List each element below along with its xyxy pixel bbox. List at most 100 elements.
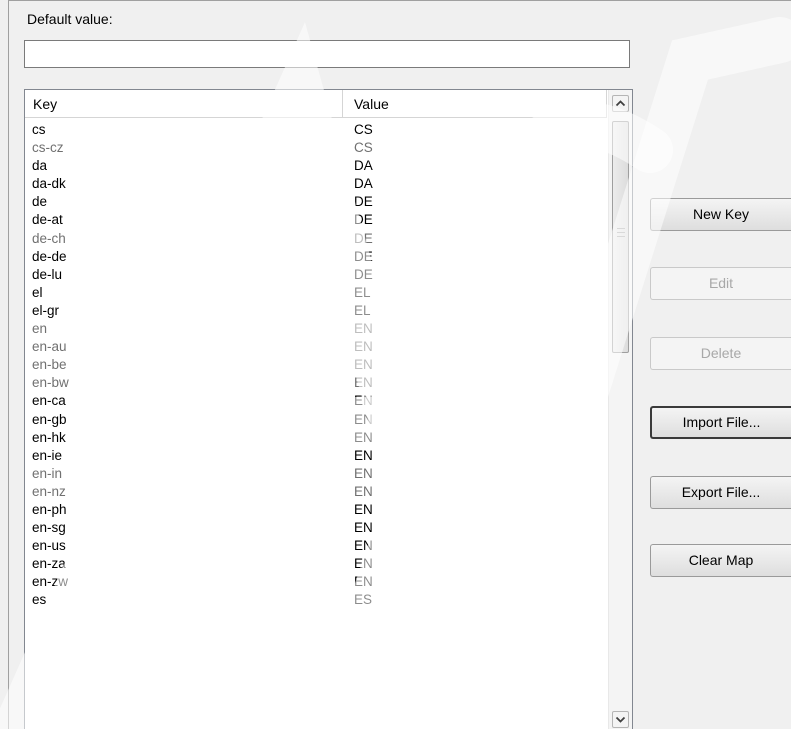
table-row[interactable]: en-ca EN [25, 392, 607, 410]
table-row[interactable]: en-in EN [25, 465, 607, 483]
row-key-cell: de-lu [32, 266, 63, 282]
row-value-cell: EN [354, 339, 373, 355]
row-value-cell: CS [354, 122, 373, 137]
key-value-table[interactable]: Key Value cs CS cs-cz CS da DA da-dk DA de DE de-a… [24, 89, 633, 729]
row-value-cell: EN [354, 483, 373, 499]
table-row[interactable]: de DE [25, 193, 607, 211]
table-row[interactable]: el EL [25, 284, 607, 302]
row-key-cell: de-de [32, 248, 67, 264]
row-value-cell: EN [354, 574, 373, 590]
row-value-cell: DE [354, 248, 373, 264]
row-key-cell: en-nz [32, 483, 66, 499]
row-key-cell: en-bw [32, 375, 69, 391]
row-value-cell: EN [354, 556, 373, 572]
default-value-input[interactable] [24, 40, 630, 68]
row-value-cell: EL [354, 284, 371, 300]
scroll-down-button[interactable] [612, 711, 629, 728]
row-key-cell: cs [32, 122, 46, 137]
row-key-cell: de-at [32, 212, 63, 228]
row-value-cell: EN [354, 520, 373, 536]
row-key-cell: en-hk [32, 429, 66, 445]
row-value-cell: EN [354, 393, 373, 409]
column-header-key[interactable]: Key [25, 90, 343, 118]
grip-icon [617, 228, 625, 237]
table-row[interactable]: en-us EN [25, 537, 607, 555]
row-key-cell: es [32, 592, 47, 608]
row-value-cell: EN [354, 375, 373, 391]
row-value-cell: EN [354, 538, 373, 554]
row-key-cell: en-gb [32, 411, 67, 427]
export-file-button[interactable]: Export File... [650, 476, 791, 509]
vertical-scrollbar[interactable] [608, 90, 632, 729]
table-row[interactable]: de-lu DE [25, 266, 607, 284]
frame-border-left [8, 0, 9, 729]
row-value-cell: DE [354, 212, 373, 228]
row-key-cell: en-za [32, 556, 66, 572]
table-row[interactable]: en-ie EN [25, 447, 607, 465]
edit-button[interactable]: Edit [650, 267, 791, 300]
row-key-cell: el-gr [32, 302, 60, 318]
delete-button[interactable]: Delete [650, 337, 791, 370]
frame-border-top [8, 0, 791, 1]
new-key-button[interactable]: New Key [650, 198, 791, 231]
row-key-cell: en-sg [32, 520, 66, 536]
row-key-cell: en [32, 321, 48, 337]
row-value-cell: EN [354, 321, 373, 337]
row-value-cell: DE [354, 230, 373, 246]
table-row[interactable]: en-zw EN [25, 573, 607, 591]
table-row[interactable]: cs CS [25, 121, 607, 139]
row-value-cell: EN [354, 411, 373, 427]
table-row[interactable]: da DA [25, 157, 607, 175]
scroll-up-button[interactable] [612, 95, 629, 112]
table-row[interactable]: en EN [25, 320, 607, 338]
table-row[interactable]: en-nz EN [25, 483, 607, 501]
row-value-cell: DA [354, 176, 373, 192]
table-row[interactable]: da-dk DA [25, 175, 607, 193]
table-row[interactable]: es ES [25, 591, 607, 609]
chevron-up-icon [615, 100, 626, 107]
row-value-cell: CS [354, 140, 373, 156]
row-key-cell: da [32, 158, 48, 174]
table-row[interactable]: en-za EN [25, 555, 607, 573]
row-key-cell: en-ph [32, 501, 67, 517]
table-row[interactable]: en-ph EN [25, 501, 607, 519]
row-value-cell: DE [354, 194, 373, 210]
column-header-value[interactable]: Value [343, 90, 607, 118]
row-key-cell: de [32, 194, 48, 210]
row-value-cell: ES [354, 592, 373, 608]
table-row[interactable]: en-au EN [25, 338, 607, 356]
row-key-cell: en-ie [32, 447, 63, 463]
table-row[interactable]: el-gr EL [25, 302, 607, 320]
table-rows: cs CS cs-cz CS da DA da-dk DA de DE de-at DE de-ch DE… [25, 121, 607, 610]
row-key-cell: en-au [32, 339, 67, 355]
import-file-button[interactable]: Import File... [650, 406, 791, 439]
clear-map-button[interactable]: Clear Map [650, 544, 791, 577]
row-value-cell: EL [354, 302, 371, 318]
row-key-cell: en-zw [32, 574, 69, 590]
chevron-down-icon [615, 716, 626, 723]
table-row[interactable]: de-ch DE [25, 230, 607, 248]
row-key-cell: en-be [32, 357, 67, 373]
table-row[interactable]: en-sg EN [25, 519, 607, 537]
row-key-cell: el [32, 284, 43, 300]
row-value-cell: EN [354, 429, 373, 445]
row-value-cell: DE [354, 266, 373, 282]
row-value-cell: EN [354, 465, 373, 481]
table-row[interactable]: en-bw EN [25, 374, 607, 392]
default-value-label: Default value: [27, 11, 113, 27]
table-row[interactable]: en-gb EN [25, 411, 607, 429]
table-row[interactable]: en-be EN [25, 356, 607, 374]
table-row[interactable]: de-de DE [25, 248, 607, 266]
row-key-cell: da-dk [32, 176, 66, 192]
row-value-cell: EN [354, 357, 373, 373]
row-value-cell: DA [354, 158, 373, 174]
row-key-cell: cs-cz [32, 140, 64, 156]
table-row[interactable]: en-hk EN [25, 429, 607, 447]
row-key-cell: de-ch [32, 230, 66, 246]
table-row[interactable]: cs-cz CS [25, 139, 607, 157]
scrollbar-thumb[interactable] [612, 121, 629, 353]
row-key-cell: en-us [32, 538, 66, 554]
table-row[interactable]: de-at DE [25, 211, 607, 229]
row-value-cell: EN [354, 447, 373, 463]
row-key-cell: en-in [32, 465, 63, 481]
